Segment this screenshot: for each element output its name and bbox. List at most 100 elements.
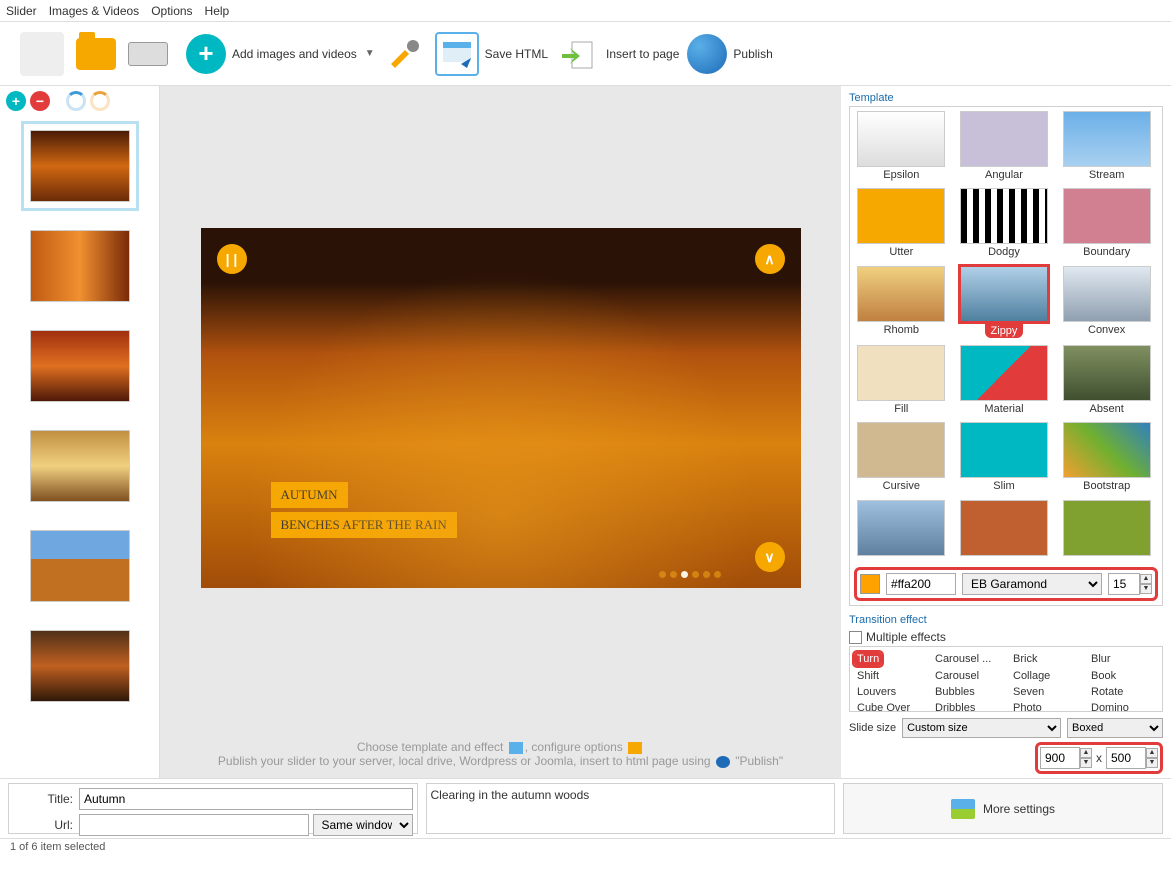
disk-icon: [128, 42, 168, 66]
effect-item[interactable]: Collage: [1010, 669, 1053, 683]
fontsize-input[interactable]: [1108, 573, 1140, 595]
effect-item[interactable]: Turn: [854, 652, 882, 666]
rotate-right-button[interactable]: [90, 91, 110, 111]
effect-item[interactable]: Carousel ...: [932, 652, 994, 666]
effect-item[interactable]: Domino: [1088, 701, 1132, 712]
template-item[interactable]: [1059, 500, 1154, 561]
color-swatch[interactable]: [860, 574, 880, 594]
rotate-left-button[interactable]: [66, 91, 86, 111]
width-input[interactable]: [1040, 747, 1080, 769]
effect-item[interactable]: Photo: [1010, 701, 1045, 712]
template-item[interactable]: [957, 500, 1052, 561]
menu-slider[interactable]: Slider: [6, 4, 37, 18]
height-input[interactable]: [1106, 747, 1146, 769]
remove-slide-button[interactable]: −: [30, 91, 50, 111]
thumbnail-list[interactable]: [0, 116, 159, 778]
preview-panel: | | ∧ ∨ AUTUMN BENCHES AFTER THE RAIN Ch…: [160, 86, 841, 778]
color-input[interactable]: [886, 573, 956, 595]
effect-item[interactable]: Dribbles: [932, 701, 978, 712]
target-select[interactable]: Same window: [313, 814, 413, 836]
effect-item[interactable]: Brick: [1010, 652, 1040, 666]
add-images-button[interactable]: + Add images and videos ▼: [186, 34, 375, 74]
template-box: EpsilonAngularStream UtterDodgyBoundary Rh…: [849, 106, 1163, 606]
effect-item[interactable]: Seven: [1010, 685, 1047, 699]
template-item[interactable]: Material: [957, 345, 1052, 418]
template-item[interactable]: Rhomb: [854, 266, 949, 341]
wrench-icon: [628, 742, 642, 754]
title-input[interactable]: [79, 788, 413, 810]
new-button[interactable]: [16, 30, 68, 78]
menu-options[interactable]: Options: [151, 4, 192, 18]
size-mode-select[interactable]: Custom size: [902, 718, 1061, 738]
next-button[interactable]: ∨: [755, 542, 785, 572]
template-item[interactable]: Fill: [854, 345, 949, 418]
status-bar: 1 of 6 item selected: [0, 838, 1171, 858]
template-item[interactable]: Dodgy: [957, 188, 1052, 261]
effects-grid[interactable]: TurnShiftLouversCube OverTVLinesCarousel…: [849, 646, 1163, 712]
effect-item[interactable]: Blur: [1088, 652, 1114, 666]
effect-item[interactable]: Shift: [854, 669, 882, 683]
caption-subtitle: BENCHES AFTER THE RAIN: [271, 512, 457, 538]
add-slide-button[interactable]: +: [6, 91, 26, 111]
prev-button[interactable]: ∧: [755, 244, 785, 274]
template-item[interactable]: Cursive: [854, 422, 949, 495]
effect-item[interactable]: Louvers: [854, 685, 899, 699]
publish-button[interactable]: Publish: [687, 34, 772, 74]
template-item[interactable]: Epsilon: [854, 111, 949, 184]
multiple-effects-checkbox[interactable]: Multiple effects: [849, 628, 1163, 646]
slide-size-label: Slide size: [849, 722, 896, 734]
template-item[interactable]: Boundary: [1059, 188, 1154, 261]
spin-down[interactable]: ▼: [1140, 584, 1152, 594]
folder-icon: [76, 38, 116, 70]
thumbnail-item[interactable]: [30, 630, 130, 702]
properties-panel: Template EpsilonAngularStreamUtterDodgyB…: [841, 86, 1171, 778]
open-button[interactable]: [72, 36, 120, 72]
chevron-down-icon: ▼: [365, 48, 375, 59]
save-html-button[interactable]: Save HTML: [435, 32, 548, 76]
menu-help[interactable]: Help: [205, 4, 230, 18]
url-input[interactable]: [79, 814, 309, 836]
template-item[interactable]: Absent: [1059, 345, 1154, 418]
template-item[interactable]: Convex: [1059, 266, 1154, 341]
template-grid[interactable]: EpsilonAngularStream UtterDodgyBoundary Rh…: [854, 111, 1158, 561]
bottom-bar: Title: Url: Same window Clearing in the …: [0, 778, 1171, 838]
thumbnail-item[interactable]: [30, 330, 130, 402]
pagination-dots[interactable]: [659, 571, 721, 578]
box-mode-select[interactable]: Boxed: [1067, 718, 1163, 738]
thumbnail-item[interactable]: [30, 130, 130, 202]
effect-item[interactable]: Cube Over: [854, 701, 913, 712]
description-box[interactable]: Clearing in the autumn woods: [426, 783, 836, 834]
pause-button[interactable]: | |: [217, 244, 247, 274]
preview-image: | | ∧ ∨ AUTUMN BENCHES AFTER THE RAIN: [201, 228, 801, 588]
template-item[interactable]: Utter: [854, 188, 949, 261]
font-select[interactable]: EB Garamond: [962, 573, 1102, 595]
template-item[interactable]: [854, 500, 949, 561]
save-button[interactable]: [124, 40, 172, 68]
template-label: Template: [849, 92, 1163, 104]
insert-button[interactable]: Insert to page: [556, 32, 679, 76]
hint-text: Choose template and effect , configure o…: [160, 730, 841, 778]
thumbnail-item[interactable]: [30, 230, 130, 302]
slide-size-row: Slide size Custom size Boxed: [849, 718, 1163, 738]
effect-item[interactable]: Bubbles: [932, 685, 978, 699]
effect-item[interactable]: Book: [1088, 669, 1119, 683]
thumbnail-item[interactable]: [30, 430, 130, 502]
template-item[interactable]: Stream: [1059, 111, 1154, 184]
template-item[interactable]: Zippy: [957, 266, 1052, 341]
publish-label: Publish: [733, 47, 772, 61]
globe-icon: [687, 34, 727, 74]
insert-icon: [556, 32, 600, 76]
template-item[interactable]: Slim: [957, 422, 1052, 495]
fontsize-spinner[interactable]: ▲▼: [1108, 573, 1152, 595]
template-item[interactable]: Angular: [957, 111, 1052, 184]
menu-images-videos[interactable]: Images & Videos: [49, 4, 140, 18]
title-label: Title:: [13, 792, 73, 806]
spin-up[interactable]: ▲: [1140, 574, 1152, 584]
image-icon: [509, 742, 523, 754]
options-button[interactable]: [383, 32, 427, 76]
thumbnail-item[interactable]: [30, 530, 130, 602]
effect-item[interactable]: Carousel: [932, 669, 982, 683]
more-settings-button[interactable]: More settings: [843, 783, 1163, 834]
effect-item[interactable]: Rotate: [1088, 685, 1126, 699]
template-item[interactable]: Bootstrap: [1059, 422, 1154, 495]
